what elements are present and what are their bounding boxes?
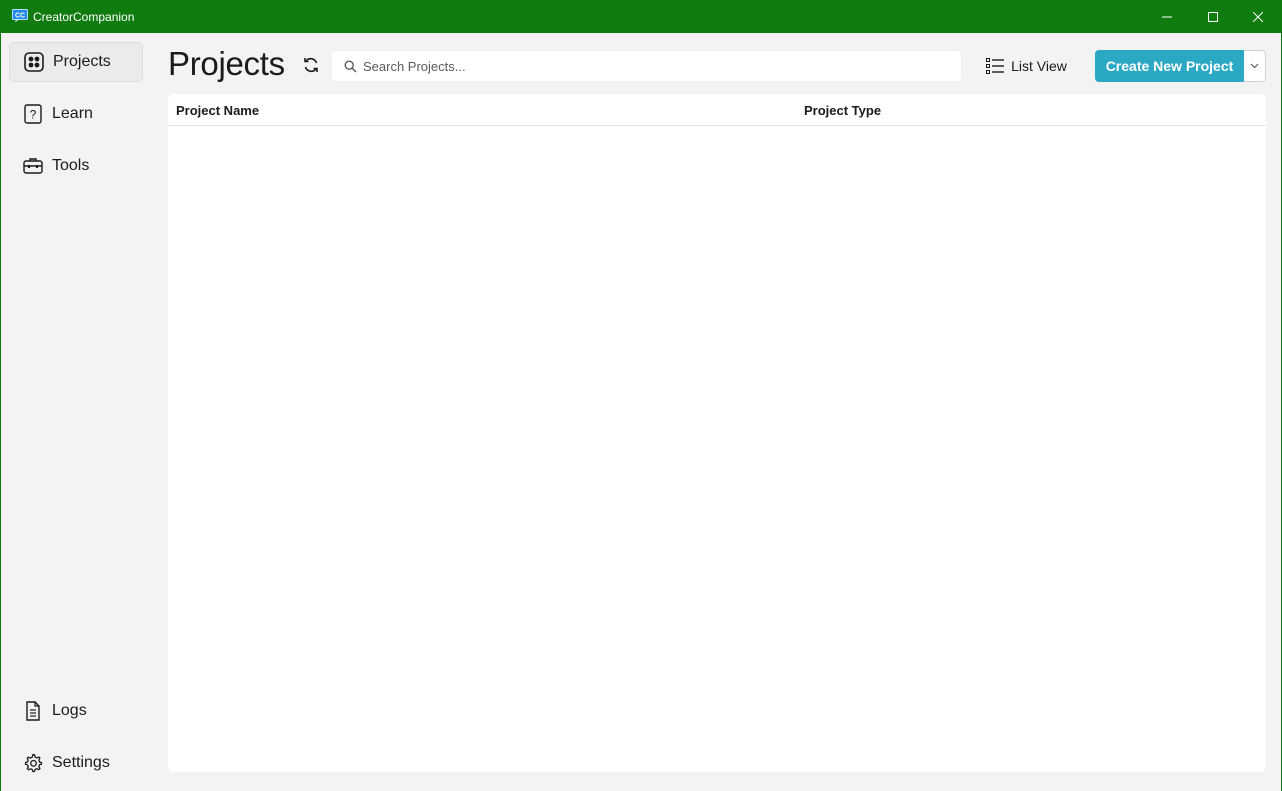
table-header: Project Name Project Type [168, 94, 1266, 126]
document-list-icon [26, 701, 40, 721]
toolbox-icon [23, 158, 43, 174]
close-icon [1253, 12, 1263, 22]
projects-grid-icon [24, 52, 44, 72]
question-book-icon: ? [24, 104, 42, 124]
create-new-project-button[interactable]: Create New Project [1095, 50, 1244, 82]
app-logo-icon: CC [12, 9, 28, 23]
sidebar-item-projects[interactable]: Projects [9, 42, 143, 82]
list-view-toggle[interactable]: List View [980, 50, 1073, 82]
minimize-icon [1162, 16, 1172, 18]
search-icon [344, 60, 357, 72]
sidebar-item-label: Logs [52, 702, 87, 719]
sidebar-item-label: Settings [52, 754, 110, 771]
search-input[interactable] [363, 58, 943, 74]
refresh-button[interactable] [299, 53, 323, 77]
sidebar-item-learn[interactable]: ? Learn [9, 94, 143, 134]
gear-icon [24, 753, 43, 773]
window-title: CreatorCompanion [33, 10, 135, 24]
list-view-label: List View [1011, 58, 1067, 74]
sidebar-item-label: Tools [52, 157, 90, 174]
search-box[interactable] [331, 50, 962, 82]
main-content: Projects Search Projects... List View Cr… [151, 33, 1281, 791]
sidebar-item-label: Learn [52, 105, 93, 122]
page-title: Projects [168, 45, 285, 82]
create-options-dropdown[interactable] [1244, 50, 1266, 82]
maximize-icon [1208, 12, 1218, 22]
close-button[interactable] [1235, 1, 1281, 33]
column-header-project-type[interactable]: Project Type [804, 103, 881, 118]
maximize-button[interactable] [1190, 1, 1236, 33]
app-window: CC CreatorCompanion Projects ? Learn Too… [0, 0, 1282, 791]
sidebar-item-tools[interactable]: Tools [9, 146, 143, 186]
svg-text:CC: CC [15, 13, 25, 20]
refresh-icon [304, 57, 318, 73]
sidebar-item-logs[interactable]: Logs [9, 691, 143, 731]
chevron-down-icon [1250, 63, 1259, 69]
svg-text:?: ? [30, 108, 37, 122]
minimize-button[interactable] [1144, 1, 1190, 33]
sidebar-item-label: Projects [53, 53, 111, 70]
column-header-project-name[interactable]: Project Name [176, 103, 259, 118]
sidebar: Projects ? Learn Tools Logs Settings [1, 33, 151, 791]
sidebar-item-settings[interactable]: Settings [9, 743, 143, 783]
list-view-icon [986, 58, 1005, 74]
title-bar[interactable]: CC CreatorCompanion [1, 1, 1281, 33]
projects-table: Project Name Project Type [168, 94, 1266, 772]
